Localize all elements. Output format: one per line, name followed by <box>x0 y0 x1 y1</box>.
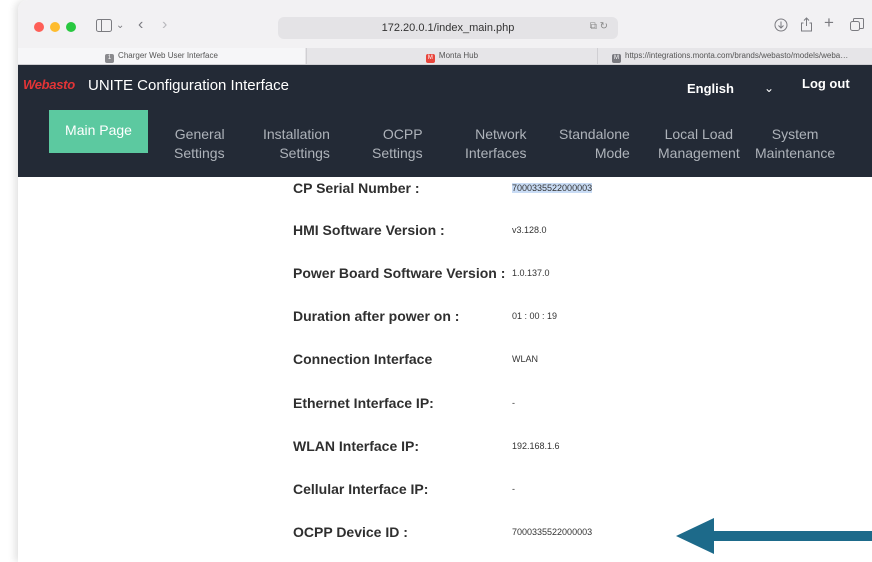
nav-label-line1: General <box>174 126 225 142</box>
address-bar[interactable]: 172.20.0.1/index_main.php ⧉ ↻ <box>278 17 618 39</box>
nav-label-line1: Standalone <box>559 126 630 142</box>
nav-label-line1: Installation <box>263 126 330 142</box>
browser-window: ⌄ ‹ › 172.20.0.1/index_main.php ⧉ ↻ + 1C… <box>18 0 872 562</box>
tab-label: https://integrations.monta.com/brands/we… <box>625 51 849 60</box>
nav-label-line2: Mode <box>594 145 630 161</box>
nav-label-line2: Interfaces <box>465 145 527 161</box>
app-header: Webasto UNITE Configuration Interface En… <box>18 65 872 177</box>
nav-standalone-mode[interactable]: Standalone Mode <box>559 125 630 163</box>
info-label: Cellular Interface IP: <box>293 481 429 497</box>
nav-label-line2: Settings <box>174 145 225 161</box>
info-row-duration: Duration after power on : 01 : 00 : 19 <box>18 308 872 332</box>
info-value: WLAN <box>512 354 539 364</box>
nav-label-line2: Management <box>658 145 740 161</box>
info-value: - <box>512 398 515 408</box>
nav-local-load-management[interactable]: Local Load Management <box>658 125 740 163</box>
info-row-connection-interface: Connection Interface WLAN <box>18 351 872 375</box>
chevron-down-icon[interactable]: ⌄ <box>764 81 774 95</box>
nav-label-line2: Maintenance <box>755 145 836 161</box>
arrow-left-icon <box>676 518 872 554</box>
tab-bar: 1 Charger Web User Interface M Monta Hub M… <box>18 48 872 65</box>
info-label: Connection Interface <box>293 351 433 367</box>
tab-monta-integrations[interactable]: Mhttps://integrations.monta.com/brands/w… <box>597 48 872 64</box>
close-window-button[interactable] <box>34 22 44 32</box>
app-title: UNITE Configuration Interface <box>88 77 289 94</box>
nav-system-maintenance[interactable]: System Maintenance <box>755 125 835 163</box>
info-label: HMI Software Version : <box>293 222 445 238</box>
nav-label-line1: OCPP <box>382 126 423 142</box>
back-arrow-icon[interactable]: ‹ <box>138 17 143 33</box>
tab-overview-icon[interactable] <box>850 18 864 34</box>
minimize-window-button[interactable] <box>50 22 60 32</box>
info-value: - <box>512 484 515 494</box>
download-icon[interactable] <box>774 18 788 34</box>
tab-label: Monta Hub <box>438 51 479 60</box>
browser-toolbar: ⌄ ‹ › 172.20.0.1/index_main.php ⧉ ↻ + <box>18 0 872 48</box>
nav-label-line2: Settings <box>279 145 330 161</box>
fullscreen-window-button[interactable] <box>66 22 76 32</box>
info-value: 1.0.137.0 <box>512 268 550 278</box>
nav-installation-settings[interactable]: Installation Settings <box>263 125 330 163</box>
sidebar-icon[interactable] <box>96 19 112 34</box>
share-icon[interactable] <box>800 17 813 34</box>
info-value: 01 : 00 : 19 <box>512 311 558 321</box>
info-label: Duration after power on : <box>293 308 460 324</box>
nav-general-settings[interactable]: General Settings <box>174 125 225 163</box>
nav-main-page[interactable]: Main Page <box>49 110 148 153</box>
nav-ocpp-settings[interactable]: OCPP Settings <box>372 125 423 163</box>
chevron-down-icon[interactable]: ⌄ <box>116 19 124 33</box>
nav-label-line1: Network <box>475 126 527 142</box>
new-tab-icon[interactable]: + <box>824 14 834 31</box>
info-row-power-board-version: Power Board Software Version : 1.0.137.0 <box>18 265 872 289</box>
info-row-wlan-ip: WLAN Interface IP: 192.168.1.6 <box>18 438 872 462</box>
url-text: 172.20.0.1/index_main.php <box>381 22 515 34</box>
nav-label-line2: Settings <box>372 145 423 161</box>
webasto-logo: Webasto <box>23 77 75 92</box>
info-label: Ethernet Interface IP: <box>293 395 434 411</box>
info-label: OCPP Device ID : <box>293 524 408 540</box>
nav-network-interfaces[interactable]: Network Interfaces <box>465 125 526 163</box>
info-label: CP Serial Number : <box>293 180 420 196</box>
reload-icon[interactable]: ⧉ ↻ <box>590 21 608 32</box>
tab-monta-hub[interactable]: M Monta Hub <box>306 48 597 64</box>
info-row-hmi-version: HMI Software Version : v3.128.0 <box>18 222 872 246</box>
info-value: 7000335522000003 <box>512 527 593 537</box>
info-label: Power Board Software Version : <box>293 265 506 281</box>
tab-charger-web-ui[interactable]: 1 Charger Web User Interface <box>18 48 305 64</box>
forward-arrow-icon[interactable]: › <box>162 17 167 33</box>
logout-button[interactable]: Log out <box>802 76 850 91</box>
language-selector[interactable]: English <box>687 81 734 96</box>
info-row-cp-serial: CP Serial Number : 7000335522000003 <box>18 180 872 204</box>
tab-favicon-icon: M <box>612 54 621 63</box>
nav-label-line1: Local Load <box>664 126 734 142</box>
tab-label: Charger Web User Interface <box>118 51 218 60</box>
info-value: 192.168.1.6 <box>512 441 560 451</box>
info-row-ethernet-ip: Ethernet Interface IP: - <box>18 395 872 419</box>
nav-label-line1: System <box>771 126 819 142</box>
info-label: WLAN Interface IP: <box>293 438 420 454</box>
info-value: v3.128.0 <box>512 225 547 235</box>
info-row-cellular-ip: Cellular Interface IP: - <box>18 481 872 505</box>
tab-favicon-icon: 1 <box>105 54 115 63</box>
info-value: 7000335522000003 <box>512 183 593 193</box>
tab-favicon-icon: M <box>425 54 435 63</box>
